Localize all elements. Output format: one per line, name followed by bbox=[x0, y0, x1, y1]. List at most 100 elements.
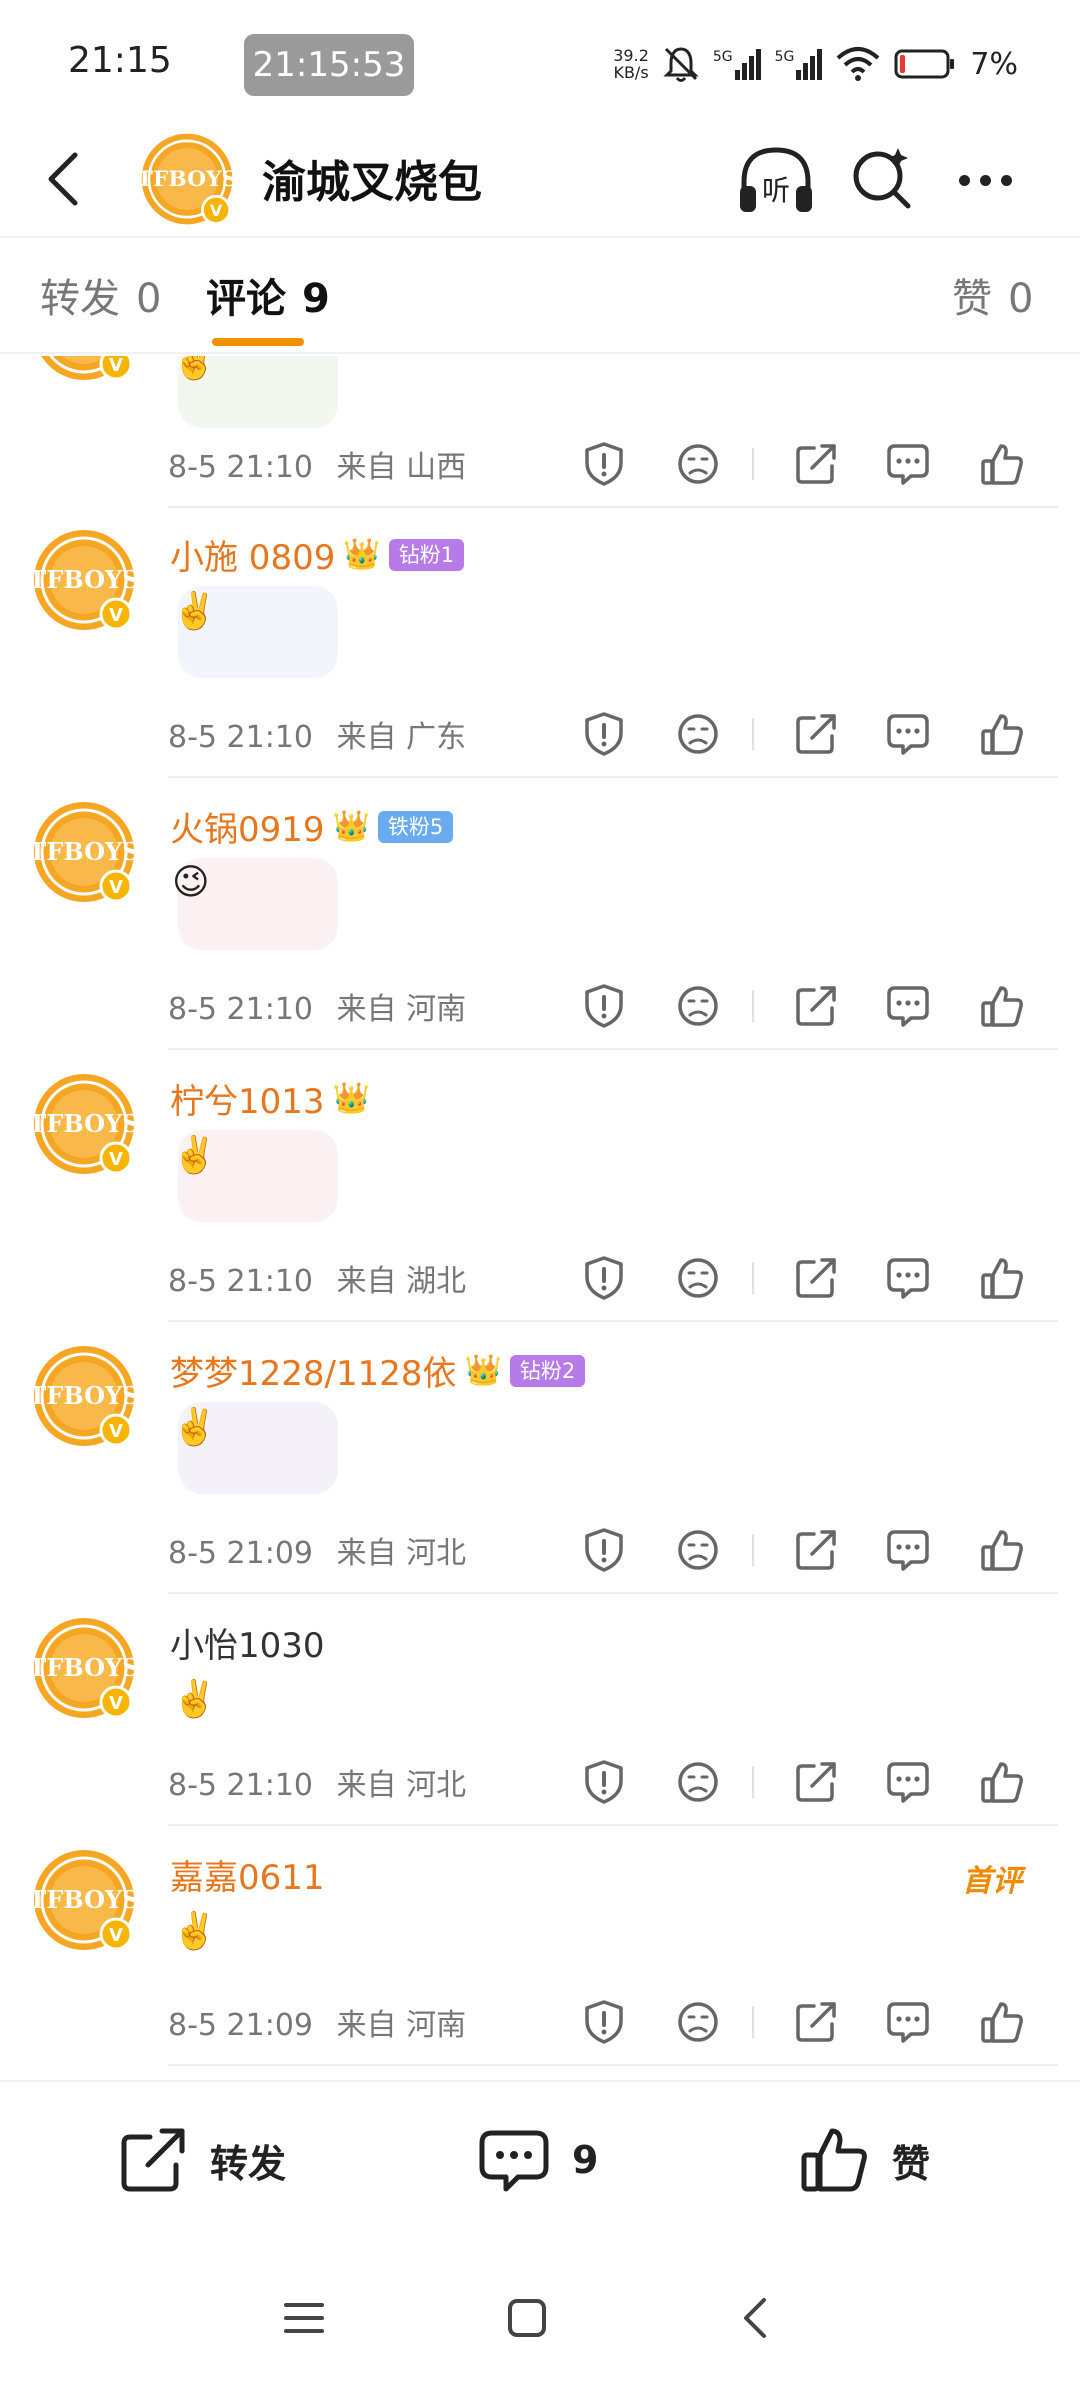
home-button[interactable] bbox=[497, 2288, 557, 2348]
reply-button[interactable] bbox=[884, 1254, 932, 1302]
like-button[interactable] bbox=[978, 982, 1026, 1030]
comment-icon bbox=[479, 2130, 549, 2192]
repost-button[interactable]: 转发 bbox=[120, 2120, 286, 2200]
recent-apps-button[interactable] bbox=[274, 2288, 334, 2348]
comment-location: 来自 河南 bbox=[336, 992, 467, 1027]
commenter-name[interactable]: 梦梦1228/1128依 👑 钻粉2 bbox=[170, 1346, 586, 1395]
report-button[interactable] bbox=[580, 710, 628, 758]
comment-list[interactable]: TFBOYS V ✌️ 8-5 21:10 来自 山西 TFBOYS V 小施 … bbox=[0, 356, 1080, 2080]
comment-actions bbox=[580, 706, 1030, 762]
fan-level-badge: 钻粉1 bbox=[388, 538, 465, 571]
like-icon bbox=[980, 984, 1024, 1028]
comment-content: ✌️ bbox=[168, 1906, 368, 1998]
search-icon bbox=[853, 148, 911, 209]
share-button[interactable] bbox=[792, 710, 840, 758]
commenter-name[interactable]: 火锅0919 👑 铁粉5 bbox=[170, 802, 454, 851]
report-button[interactable] bbox=[580, 1758, 628, 1806]
listen-button[interactable]: 听 bbox=[736, 142, 816, 218]
dislike-button[interactable] bbox=[674, 440, 722, 488]
svg-text:V: V bbox=[109, 1149, 123, 1170]
comment-item[interactable]: TFBOYS V 小怡1030 ✌️ 8-5 21:10 来自 河北 bbox=[0, 1594, 1080, 1826]
commenter-avatar[interactable]: TFBOYS V bbox=[30, 356, 138, 384]
like-button[interactable] bbox=[978, 710, 1026, 758]
share-button[interactable] bbox=[792, 1758, 840, 1806]
network-speed: 39.2 KB/s bbox=[613, 46, 649, 82]
commenter-name[interactable]: 嘉嘉0611 bbox=[170, 1850, 325, 1899]
like-button[interactable] bbox=[978, 1758, 1026, 1806]
reply-button[interactable] bbox=[884, 1526, 932, 1574]
share-button[interactable] bbox=[792, 440, 840, 488]
search-button[interactable] bbox=[848, 144, 914, 214]
like-button[interactable]: 赞 bbox=[800, 2120, 930, 2200]
tab-likes[interactable]: 赞0 bbox=[952, 266, 1033, 324]
comment-location: 来自 河北 bbox=[336, 1768, 467, 1803]
battery-percent: 7% bbox=[970, 46, 1018, 82]
like-button[interactable] bbox=[978, 440, 1026, 488]
reply-button[interactable] bbox=[884, 1998, 932, 2046]
reply-button[interactable] bbox=[884, 440, 932, 488]
report-button[interactable] bbox=[580, 1254, 628, 1302]
commenter-name[interactable]: 小怡1030 bbox=[170, 1618, 325, 1667]
share-icon bbox=[794, 1760, 838, 1804]
gesture-emoji: ✌️ bbox=[172, 1407, 217, 1448]
like-button[interactable] bbox=[978, 1254, 1026, 1302]
reply-button[interactable] bbox=[884, 982, 932, 1030]
commenter-avatar[interactable]: TFBOYS V bbox=[29, 1342, 140, 1450]
svg-text:TFBOYS: TFBOYS bbox=[30, 1109, 138, 1138]
dislike-button[interactable] bbox=[674, 710, 722, 758]
more-button[interactable] bbox=[950, 150, 1020, 210]
comment-item[interactable]: TFBOYS V 小施 0809 👑 钻粉1 ✌️ 8-5 21:10 来自 广… bbox=[0, 506, 1080, 778]
recording-time-pill: 21:15:53 bbox=[244, 34, 414, 96]
commenter-name[interactable]: 小施 0809 👑 钻粉1 bbox=[170, 530, 465, 579]
back-button[interactable] bbox=[30, 144, 94, 214]
commenter-avatar[interactable]: TFBOYS V bbox=[29, 1614, 140, 1722]
report-button[interactable] bbox=[580, 1998, 628, 2046]
dislike-button[interactable] bbox=[674, 1526, 722, 1574]
comment-item[interactable]: TFBOYS V 柠兮1013 👑 ✌️ 8-5 21:10 来自 湖北 bbox=[0, 1050, 1080, 1322]
dislike-button[interactable] bbox=[674, 1998, 722, 2046]
dislike-button[interactable] bbox=[674, 982, 722, 1030]
like-button[interactable] bbox=[978, 1998, 1026, 2046]
comment-location: 来自 山西 bbox=[336, 450, 467, 485]
comment-item[interactable]: TFBOYS V 火锅0919 👑 铁粉5 😉 8-5 21:10 来自 河南 bbox=[0, 778, 1080, 1050]
like-icon bbox=[980, 1760, 1024, 1804]
commenter-avatar[interactable]: TFBOYS V bbox=[29, 1070, 140, 1178]
system-back-button[interactable] bbox=[724, 2288, 784, 2348]
comment-item[interactable]: TFBOYS V 嘉嘉0611 首评 ✌️ 8-5 21:09 来自 河南 bbox=[0, 1826, 1080, 2066]
share-button[interactable] bbox=[792, 1998, 840, 2046]
report-icon bbox=[583, 1527, 625, 1573]
reply-button[interactable] bbox=[884, 1758, 932, 1806]
commenter-avatar[interactable]: TFBOYS V bbox=[29, 798, 140, 906]
like-icon bbox=[980, 1256, 1024, 1300]
like-button[interactable] bbox=[978, 1526, 1026, 1574]
tab-comments[interactable]: 评论 9 bbox=[206, 266, 330, 324]
commenter-avatar[interactable]: TFBOYS V bbox=[29, 526, 140, 634]
share-icon bbox=[121, 2128, 185, 2192]
reply-button[interactable] bbox=[884, 710, 932, 758]
dislike-button[interactable] bbox=[674, 1758, 722, 1806]
header-avatar[interactable]: TFBOYS V bbox=[137, 130, 237, 228]
share-icon bbox=[794, 984, 838, 1028]
share-button[interactable] bbox=[792, 1254, 840, 1302]
status-time: 21:15 bbox=[68, 40, 172, 81]
tab-reposts[interactable]: 转发 0 bbox=[40, 266, 161, 324]
action-divider bbox=[752, 1534, 754, 1566]
signal-sim1-icon: 5G bbox=[713, 48, 761, 80]
share-button[interactable] bbox=[792, 1526, 840, 1574]
commenter-name[interactable]: 柠兮1013 👑 bbox=[170, 1074, 370, 1123]
comment-button[interactable]: 9 bbox=[478, 2120, 598, 2200]
report-button[interactable] bbox=[580, 982, 628, 1030]
first-comment-tag: 首评 bbox=[962, 1864, 1022, 1899]
report-button[interactable] bbox=[580, 1526, 628, 1574]
report-button[interactable] bbox=[580, 440, 628, 488]
dislike-button[interactable] bbox=[674, 1254, 722, 1302]
headphones-icon: 听 bbox=[740, 147, 812, 212]
commenter-avatar[interactable]: TFBOYS V bbox=[29, 1846, 140, 1954]
comment-item[interactable]: TFBOYS V 梦梦1228/1128依 👑 钻粉2 ✌️ 8-5 21:09… bbox=[0, 1322, 1080, 1594]
action-divider bbox=[752, 448, 754, 480]
share-button[interactable] bbox=[792, 982, 840, 1030]
gesture-emoji: 😉 bbox=[172, 862, 210, 903]
comment-meta: 8-5 21:10 来自 河南 bbox=[168, 984, 466, 1028]
like-icon bbox=[980, 1528, 1024, 1572]
comment-item[interactable]: TFBOYS V ✌️ 8-5 21:10 来自 山西 bbox=[0, 356, 1080, 508]
